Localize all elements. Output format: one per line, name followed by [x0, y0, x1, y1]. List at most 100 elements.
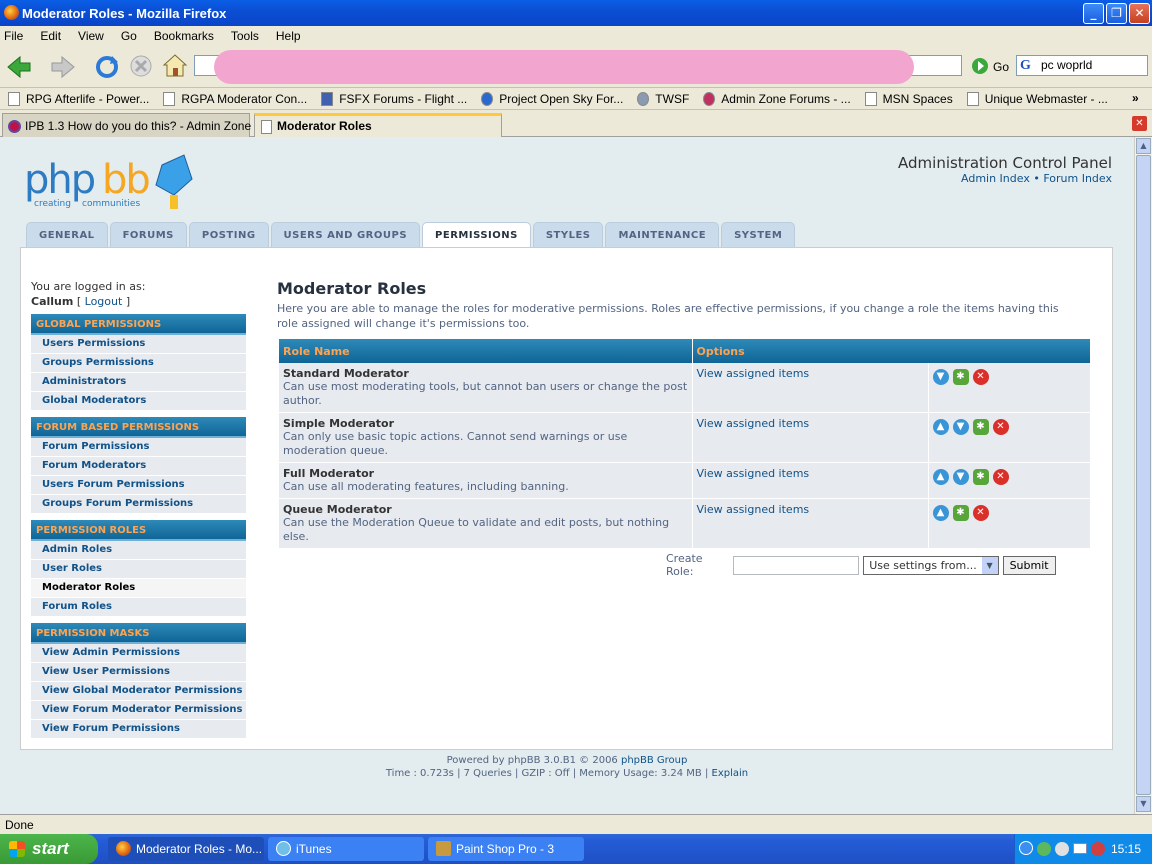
- site-icon: [321, 91, 334, 106]
- vertical-scrollbar[interactable]: ▲ ▼: [1134, 137, 1152, 814]
- menu-view[interactable]: View: [78, 29, 104, 43]
- bookmark-item[interactable]: RPG Afterlife - Power...: [8, 91, 149, 106]
- create-role-input[interactable]: [733, 555, 860, 575]
- tab-maintenance[interactable]: MAINTENANCE: [605, 222, 720, 248]
- home-icon[interactable]: [162, 53, 188, 79]
- bookmark-item[interactable]: Project Open Sky For...: [481, 91, 623, 106]
- move-down-icon[interactable]: ▼: [952, 419, 969, 435]
- sidebar-item-groups-permissions[interactable]: Groups Permissions: [31, 354, 246, 373]
- tab-permissions[interactable]: PERMISSIONS: [422, 222, 531, 249]
- go-icon[interactable]: [971, 57, 989, 75]
- bookmark-item[interactable]: Unique Webmaster - ...: [966, 91, 1108, 106]
- clock: 15:15: [1111, 842, 1142, 856]
- tab-users-and-groups[interactable]: USERS AND GROUPS: [270, 222, 421, 248]
- taskbar-item-firefox[interactable]: Moderator Roles - Mo...: [108, 837, 264, 861]
- table-row: Queue Moderator Can use the Moderation Qu…: [279, 498, 1091, 549]
- admin-index-link[interactable]: Admin Index: [961, 172, 1030, 185]
- settings-from-select[interactable]: Use settings from...: [863, 555, 999, 575]
- close-button[interactable]: ✕: [1129, 3, 1150, 24]
- sidebar-item-forum-roles[interactable]: Forum Roles: [31, 598, 246, 617]
- explain-link[interactable]: Explain: [712, 768, 749, 779]
- role-description: Can only use basic topic actions. Cannot…: [283, 430, 628, 457]
- delete-icon[interactable]: ✕: [972, 369, 989, 385]
- delete-icon[interactable]: ✕: [992, 469, 1009, 485]
- submit-button[interactable]: Submit: [1002, 555, 1056, 575]
- phpbb-group-link[interactable]: phpBB Group: [621, 755, 687, 766]
- view-assigned-items-link[interactable]: View assigned items: [697, 367, 810, 380]
- sidebar-item-user-roles[interactable]: User Roles: [31, 560, 246, 579]
- settings-gear-icon[interactable]: ✱: [952, 369, 969, 385]
- reload-icon[interactable]: [94, 54, 120, 80]
- menu-bookmarks[interactable]: Bookmarks: [154, 29, 214, 43]
- view-assigned-items-link[interactable]: View assigned items: [697, 503, 810, 516]
- tab-system[interactable]: SYSTEM: [721, 222, 796, 248]
- sidebar-item-moderator-roles[interactable]: Moderator Roles: [31, 579, 246, 598]
- browser-tab[interactable]: IPB 1.3 How do you do this? - Admin Zone…: [2, 113, 270, 137]
- search-field[interactable]: G pc woprld: [1016, 55, 1148, 76]
- bookmark-item[interactable]: FSFX Forums - Flight ...: [321, 91, 467, 106]
- back-icon[interactable]: [6, 55, 32, 79]
- menu-heading: FORUM BASED PERMISSIONS: [31, 417, 246, 438]
- delete-icon[interactable]: ✕: [992, 419, 1009, 435]
- network-icon[interactable]: [1037, 842, 1051, 856]
- menu-file[interactable]: File: [4, 29, 23, 43]
- volume-icon[interactable]: [1055, 842, 1069, 856]
- tab-posting[interactable]: POSTING: [188, 222, 269, 248]
- stop-icon[interactable]: [129, 54, 153, 78]
- start-button[interactable]: start: [0, 834, 98, 864]
- minimize-button[interactable]: _: [1083, 3, 1104, 24]
- sidebar-item-view-user-permissions[interactable]: View User Permissions: [31, 663, 246, 682]
- move-up-icon[interactable]: ▲: [932, 505, 949, 521]
- bookmark-item[interactable]: MSN Spaces: [864, 91, 953, 106]
- move-down-icon[interactable]: ▼: [952, 469, 969, 485]
- delete-icon[interactable]: ✕: [972, 505, 989, 521]
- messenger-icon[interactable]: [1091, 842, 1105, 856]
- sidebar-item-view-global-moderator-permissions[interactable]: View Global Moderator Permissions: [31, 682, 246, 701]
- view-assigned-items-link[interactable]: View assigned items: [697, 417, 810, 430]
- tab-general[interactable]: GENERAL: [26, 222, 108, 248]
- sidebar-item-admin-roles[interactable]: Admin Roles: [31, 541, 246, 560]
- menu-go[interactable]: Go: [121, 29, 137, 43]
- close-tab-icon[interactable]: ✕: [1132, 116, 1147, 131]
- chevron-more-icon[interactable]: »: [1132, 91, 1139, 105]
- bookmark-item[interactable]: TWSF: [637, 91, 689, 106]
- logout-link[interactable]: Logout: [85, 295, 123, 308]
- bookmark-item[interactable]: RGPA Moderator Con...: [163, 91, 307, 106]
- settings-gear-icon[interactable]: ✱: [972, 469, 989, 485]
- tray-expand-icon[interactable]: [1019, 841, 1033, 855]
- sidebar-item-view-forum-permissions[interactable]: View Forum Permissions: [31, 720, 246, 739]
- move-up-icon[interactable]: ▲: [932, 419, 949, 435]
- settings-gear-icon[interactable]: ✱: [952, 505, 969, 521]
- tab-styles[interactable]: STYLES: [532, 222, 604, 248]
- sidebar-item-global-moderators[interactable]: Global Moderators: [31, 392, 246, 411]
- sidebar-item-forum-permissions[interactable]: Forum Permissions: [31, 438, 246, 457]
- menu-help[interactable]: Help: [276, 29, 301, 43]
- mail-icon[interactable]: [1073, 843, 1087, 854]
- sidebar-item-users-permissions[interactable]: Users Permissions: [31, 335, 246, 354]
- tab-forums[interactable]: FORUMS: [109, 222, 187, 248]
- taskbar-item-paint-shop-pro[interactable]: Paint Shop Pro - 3: [428, 837, 584, 861]
- sidebar-item-view-forum-moderator-permissions[interactable]: View Forum Moderator Permissions: [31, 701, 246, 720]
- scroll-thumb[interactable]: [1136, 155, 1151, 795]
- scroll-up-icon[interactable]: ▲: [1136, 138, 1151, 154]
- sidebar-item-users-forum-permissions[interactable]: Users Forum Permissions: [31, 476, 246, 495]
- menu-edit[interactable]: Edit: [40, 29, 61, 43]
- go-button[interactable]: Go: [993, 60, 1009, 74]
- view-assigned-items-link[interactable]: View assigned items: [697, 467, 810, 480]
- forum-index-link[interactable]: Forum Index: [1043, 172, 1112, 185]
- redacted-url: [214, 50, 914, 84]
- sidebar-item-forum-moderators[interactable]: Forum Moderators: [31, 457, 246, 476]
- move-up-icon[interactable]: ▲: [932, 469, 949, 485]
- browser-tab-active[interactable]: Moderator Roles: [254, 113, 502, 137]
- maximize-button[interactable]: ❐: [1106, 3, 1127, 24]
- bookmark-item[interactable]: Admin Zone Forums - ...: [703, 91, 851, 106]
- scroll-down-icon[interactable]: ▼: [1136, 796, 1151, 812]
- forward-icon[interactable]: [50, 55, 76, 79]
- sidebar-item-administrators[interactable]: Administrators: [31, 373, 246, 392]
- menu-tools[interactable]: Tools: [231, 29, 259, 43]
- taskbar-item-itunes[interactable]: iTunes: [268, 837, 424, 861]
- settings-gear-icon[interactable]: ✱: [972, 419, 989, 435]
- sidebar-item-view-admin-permissions[interactable]: View Admin Permissions: [31, 644, 246, 663]
- sidebar-item-groups-forum-permissions[interactable]: Groups Forum Permissions: [31, 495, 246, 514]
- move-down-icon[interactable]: ▼: [932, 369, 949, 385]
